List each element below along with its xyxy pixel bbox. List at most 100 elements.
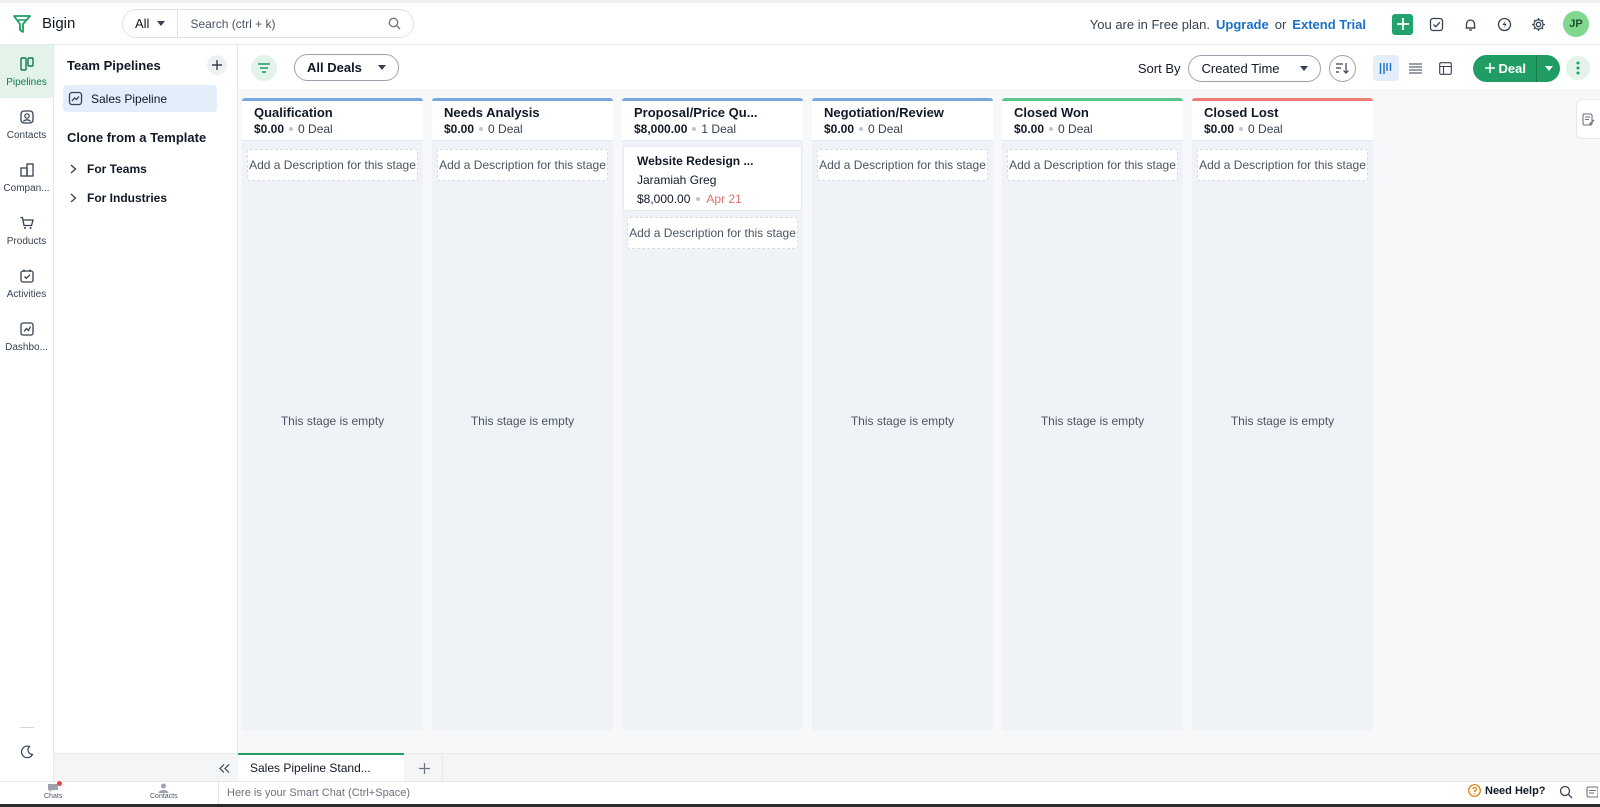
separator-dot <box>1239 127 1244 131</box>
deal-contact[interactable]: Jaramiah Greg <box>637 173 801 187</box>
list-view-button[interactable] <box>1403 55 1429 81</box>
stage-amount: $0.00 <box>254 122 285 136</box>
sort-direction-button[interactable] <box>1328 54 1356 82</box>
upgrade-link[interactable]: Upgrade <box>1216 17 1269 32</box>
stage-name: Closed Lost <box>1204 105 1279 120</box>
rail-item-dashboards[interactable]: Dashbo... <box>0 310 53 363</box>
stage-column: Needs Analysis $0.00 0 Deal Add a Descri… <box>432 98 613 730</box>
status-bar: Chats Contacts Here is your Smart Chat (… <box>0 781 1600 807</box>
table-view-button[interactable] <box>1433 55 1459 81</box>
deal-amount: $8,000.00 <box>637 192 691 206</box>
stage-amount: $0.00 <box>824 122 855 136</box>
deal-title[interactable]: Website Redesign ... <box>637 154 801 168</box>
quick-create-button[interactable] <box>1392 13 1413 35</box>
stage-deal-count: 0 Deal <box>868 122 903 136</box>
add-stage-description[interactable]: Add a Description for this stage <box>437 149 608 181</box>
stage-column: Closed Won $0.00 0 Deal Add a Descriptio… <box>1002 98 1183 730</box>
tree-item-for-teams[interactable]: For Teams <box>54 154 237 183</box>
chat-icon <box>47 781 63 793</box>
stage-column: Closed Lost $0.00 0 Deal Add a Descripti… <box>1192 98 1373 730</box>
calendar-check-icon <box>19 268 35 284</box>
rail-label: Dashbo... <box>5 341 48 353</box>
create-deal-options[interactable] <box>1536 54 1560 82</box>
add-stage-description[interactable]: Add a Description for this stage <box>627 217 798 249</box>
stage-header[interactable]: Needs Analysis $0.00 0 Deal <box>432 98 613 140</box>
need-help-button[interactable]: Need Help? <box>1468 784 1546 797</box>
search-icon[interactable] <box>388 17 401 30</box>
add-view-tab-button[interactable] <box>410 754 438 782</box>
kanban-icon <box>1379 62 1392 74</box>
pipeline-item-sales[interactable]: Sales Pipeline <box>63 85 217 112</box>
add-stage-description[interactable]: Add a Description for this stage <box>247 149 418 181</box>
tree-item-for-industries[interactable]: For Industries <box>54 183 237 212</box>
app-logo[interactable]: Bigin <box>12 14 108 34</box>
add-pipeline-button[interactable] <box>207 55 227 75</box>
dark-mode-toggle[interactable] <box>0 745 53 759</box>
tasks-icon[interactable] <box>1419 7 1453 41</box>
add-stage-description[interactable]: Add a Description for this stage <box>817 149 988 181</box>
deal-card[interactable]: Website Redesign ... Jaramiah Greg $8,00… <box>623 146 802 211</box>
stage-summary: $8,000.00 1 Deal <box>634 122 803 136</box>
collapse-panel-button[interactable] <box>210 754 238 782</box>
chats-shortcut[interactable]: Chats <box>44 781 63 800</box>
sort-field-dropdown[interactable]: Created Time <box>1188 54 1321 82</box>
search-scope-dropdown[interactable]: All <box>123 10 179 37</box>
double-chevron-left-icon <box>218 763 229 773</box>
notes-side-tab[interactable] <box>1576 99 1600 139</box>
add-stage-description[interactable]: Add a Description for this stage <box>1197 149 1368 181</box>
stage-name: Closed Won <box>1014 105 1089 120</box>
app-name: Bigin <box>42 15 76 32</box>
create-deal-main[interactable]: Deal <box>1473 55 1536 82</box>
rail-item-pipelines[interactable]: Pipelines <box>0 45 53 98</box>
tree-item-label: For Industries <box>87 190 168 205</box>
stage-empty-message: This stage is empty <box>850 414 955 428</box>
chat-window-icon[interactable] <box>1586 785 1598 799</box>
unread-dot <box>57 781 63 786</box>
plus-icon <box>418 762 430 774</box>
more-options-button[interactable] <box>1566 56 1590 80</box>
stage-name: Qualification <box>254 105 333 120</box>
plan-status-text: You are in Free plan. <box>1089 16 1210 32</box>
stage-header[interactable]: Closed Won $0.00 0 Deal <box>1002 98 1183 140</box>
bigin-logo-icon <box>12 14 32 34</box>
rail-item-activities[interactable]: Activities <box>0 257 53 310</box>
search-input[interactable] <box>178 16 388 31</box>
stage-summary: $0.00 0 Deal <box>254 122 423 136</box>
pipeline-icon <box>19 56 35 72</box>
stage-header[interactable]: Negotiation/Review $0.00 0 Deal <box>812 98 993 140</box>
global-search: All <box>122 9 414 38</box>
rail-label: Pipelines <box>6 76 47 88</box>
rail-item-products[interactable]: Products <box>0 204 53 257</box>
smart-chat-input[interactable]: Here is your Smart Chat (Ctrl+Space) <box>218 782 1463 804</box>
tree-item-label: For Teams <box>87 161 147 176</box>
filter-button[interactable] <box>251 54 277 81</box>
user-avatar[interactable]: JP <box>1563 11 1589 37</box>
kanban-view-button[interactable] <box>1372 55 1399 81</box>
view-tab-sales-pipeline[interactable]: Sales Pipeline Stand... <box>238 753 404 781</box>
person-icon <box>158 783 169 793</box>
rail-label: Compan... <box>3 182 50 194</box>
contacts-shortcut[interactable]: Contacts <box>150 783 178 800</box>
extend-trial-link[interactable]: Extend Trial <box>1292 17 1366 32</box>
stage-name: Negotiation/Review <box>824 105 944 120</box>
chevron-right-icon <box>70 164 77 174</box>
deals-view-dropdown[interactable]: All Deals <box>294 54 399 81</box>
kebab-icon <box>1576 61 1580 75</box>
pipeline-item-label: Sales Pipeline <box>91 91 168 106</box>
stage-header[interactable]: Proposal/Price Qu... $8,000.00 1 Deal <box>622 98 803 140</box>
search-icon[interactable] <box>1559 785 1573 799</box>
add-stage-description[interactable]: Add a Description for this stage <box>1007 149 1178 181</box>
rail-item-contacts[interactable]: Contacts <box>0 98 53 151</box>
pipelines-panel: Team Pipelines Sales Pipeline Clone from… <box>54 45 238 753</box>
rail-label: Products <box>6 235 47 247</box>
stage-header[interactable]: Closed Lost $0.00 0 Deal <box>1192 98 1373 140</box>
contacts-label: Contacts <box>150 793 178 800</box>
stage-empty-message: This stage is empty <box>470 414 575 428</box>
bell-icon[interactable] <box>1453 7 1487 41</box>
gear-icon[interactable] <box>1521 7 1555 41</box>
create-deal-button[interactable]: Deal <box>1472 54 1560 82</box>
marketplace-icon[interactable] <box>1487 7 1521 41</box>
separator-dot <box>692 127 697 131</box>
rail-item-companies[interactable]: Compan... <box>0 151 53 204</box>
stage-header[interactable]: Qualification $0.00 0 Deal <box>242 98 423 140</box>
